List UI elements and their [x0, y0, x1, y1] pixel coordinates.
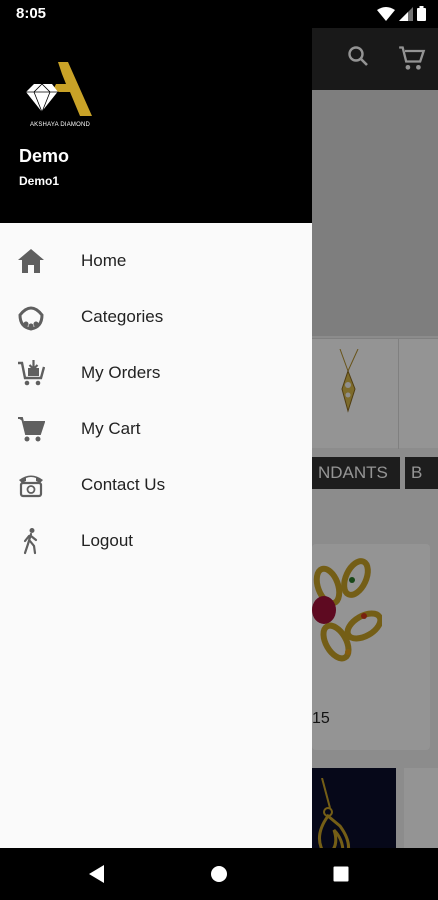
brand-text: AKSHAYA DIAMOND: [29, 122, 91, 128]
back-icon[interactable]: [88, 864, 106, 884]
status-bar: 8:05: [0, 0, 438, 28]
battery-icon: [417, 6, 426, 21]
navigation-bar: [0, 848, 438, 900]
drawer-header: AKSHAYA DIAMOND Demo Demo1: [0, 28, 312, 223]
brand-logo: AKSHAYA DIAMOND: [22, 60, 98, 132]
signal-icon: [399, 6, 413, 21]
drawer-menu: Home Categories My Orders My Cart Contac…: [0, 233, 312, 569]
menu-label: My Cart: [81, 419, 141, 438]
home-icon: [18, 249, 44, 273]
menu-label: Home: [81, 251, 127, 270]
telephone-icon: [19, 475, 43, 498]
menu-item-my-orders[interactable]: My Orders: [0, 345, 312, 401]
menu-item-home[interactable]: Home: [0, 233, 312, 289]
home-button-icon[interactable]: [210, 864, 228, 884]
wifi-icon: [377, 6, 395, 21]
menu-label: Categories: [81, 307, 164, 326]
status-time: 8:05: [16, 5, 47, 22]
menu-item-categories[interactable]: Categories: [0, 289, 312, 345]
menu-item-logout[interactable]: Logout: [0, 513, 312, 569]
cart-download-icon: [18, 360, 45, 386]
menu-label: My Orders: [81, 363, 161, 382]
user-subtitle: Demo1: [19, 174, 60, 188]
navigation-drawer: AKSHAYA DIAMOND Demo Demo1 Home Categori…: [0, 28, 312, 848]
menu-label: Logout: [81, 531, 133, 550]
recents-icon[interactable]: [332, 864, 350, 884]
diamond-logo-icon: [26, 62, 92, 116]
menu-item-contact-us[interactable]: Contact Us: [0, 457, 312, 513]
user-name: Demo: [19, 146, 70, 166]
necklace-icon: [18, 306, 44, 331]
walking-person-icon: [23, 528, 38, 555]
menu-item-my-cart[interactable]: My Cart: [0, 401, 312, 457]
menu-label: Contact Us: [81, 475, 166, 494]
cart-icon: [18, 417, 45, 442]
status-icons: [377, 6, 426, 21]
